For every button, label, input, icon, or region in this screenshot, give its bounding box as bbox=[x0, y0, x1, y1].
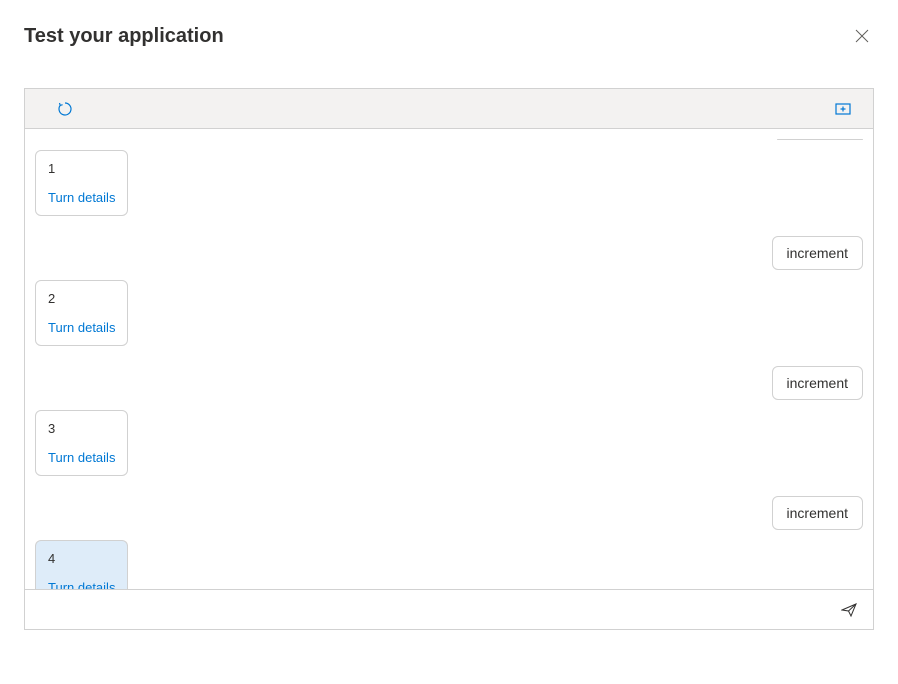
chat-input[interactable] bbox=[37, 598, 837, 622]
send-icon bbox=[841, 602, 857, 618]
turn-details-link[interactable]: Turn details bbox=[48, 190, 115, 205]
bot-message: 3 Turn details bbox=[35, 410, 128, 476]
chat-panel: 1 Turn details increment 2 Turn details … bbox=[24, 88, 874, 630]
user-message: increment bbox=[772, 236, 863, 270]
refresh-icon bbox=[57, 101, 73, 117]
screen-button[interactable] bbox=[831, 97, 855, 121]
turn-details-link[interactable]: Turn details bbox=[48, 580, 115, 589]
screen-icon bbox=[835, 103, 851, 115]
user-message: increment bbox=[772, 366, 863, 400]
bot-message: 1 Turn details bbox=[35, 150, 128, 216]
user-message: increment bbox=[772, 496, 863, 530]
refresh-button[interactable] bbox=[53, 97, 77, 121]
bot-message-value: 2 bbox=[48, 291, 115, 306]
chat-messages[interactable]: 1 Turn details increment 2 Turn details … bbox=[25, 129, 873, 589]
chat-toolbar bbox=[25, 89, 873, 129]
close-button[interactable] bbox=[850, 24, 874, 48]
bot-message-value: 4 bbox=[48, 551, 115, 566]
turn-details-link[interactable]: Turn details bbox=[48, 320, 115, 335]
close-icon bbox=[855, 29, 869, 43]
bot-message-value: 1 bbox=[48, 161, 115, 176]
page-title: Test your application bbox=[24, 25, 224, 48]
partial-user-message bbox=[777, 139, 863, 140]
send-button[interactable] bbox=[837, 598, 861, 622]
bot-message: 2 Turn details bbox=[35, 280, 128, 346]
bot-message: 4 Turn details bbox=[35, 540, 128, 589]
chat-input-bar bbox=[25, 589, 873, 629]
turn-details-link[interactable]: Turn details bbox=[48, 450, 115, 465]
bot-message-value: 3 bbox=[48, 421, 115, 436]
